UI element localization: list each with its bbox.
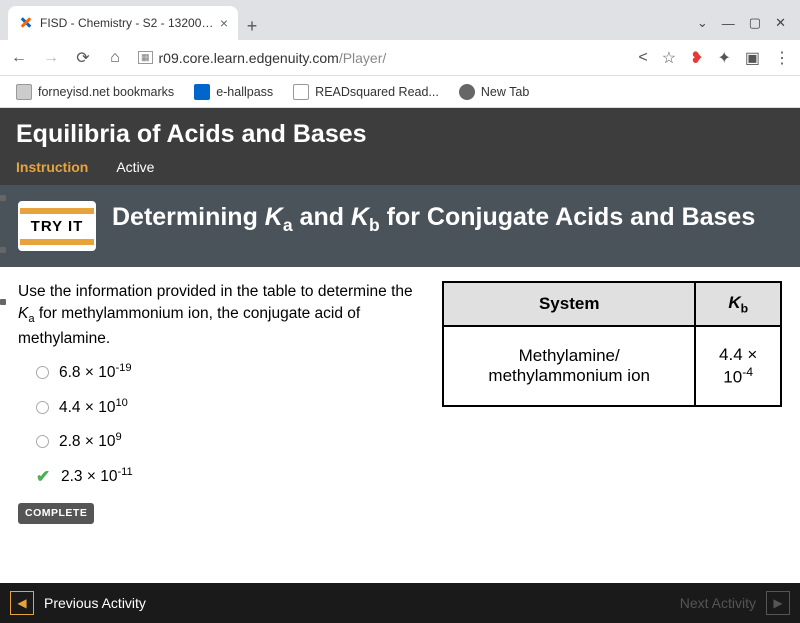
data-table: System Kb Methylamine/ methylammonium io… bbox=[442, 281, 782, 407]
checkmark-icon: ✔ bbox=[36, 470, 51, 483]
tab-active[interactable]: Active bbox=[116, 159, 154, 185]
question-prompt: Use the information provided in the tabl… bbox=[18, 281, 420, 350]
tryit-badge: TRY IT bbox=[18, 201, 96, 251]
extensions-puzzle-icon[interactable]: ✦ bbox=[717, 48, 730, 68]
tab-instruction[interactable]: Instruction bbox=[16, 159, 88, 185]
page-title: Equilibria of Acids and Bases bbox=[16, 120, 784, 149]
radio-icon bbox=[36, 401, 49, 414]
ehallpass-icon bbox=[194, 84, 210, 100]
radio-icon bbox=[36, 366, 49, 379]
choice-1[interactable]: 6.8 × 10-19 bbox=[36, 360, 420, 385]
complete-badge: COMPLETE bbox=[18, 503, 94, 524]
next-activity-arrow: ▶ bbox=[766, 591, 790, 615]
bookmark-newtab[interactable]: New Tab bbox=[459, 84, 529, 100]
globe-icon bbox=[459, 84, 475, 100]
table-header-kb: Kb bbox=[695, 282, 781, 326]
choice-3[interactable]: 2.8 × 109 bbox=[36, 429, 420, 454]
tab-close-icon[interactable]: × bbox=[220, 15, 228, 31]
bookmark-readsquared[interactable]: READsquared Read... bbox=[293, 84, 439, 100]
menu-kebab-icon[interactable]: ⋮ bbox=[774, 48, 790, 68]
table-cell-kb: 4.4 × 10-4 bbox=[695, 326, 781, 406]
maximize-icon[interactable]: ▢ bbox=[749, 15, 761, 31]
sidepanel-icon[interactable]: ▣ bbox=[745, 48, 760, 68]
share-icon[interactable]: < bbox=[638, 49, 647, 67]
folder-icon bbox=[16, 84, 32, 100]
bookmark-forneyisd[interactable]: forneyisd.net bookmarks bbox=[16, 84, 174, 100]
forward-button[interactable]: → bbox=[42, 49, 60, 67]
bookmark-label: e-hallpass bbox=[216, 85, 273, 99]
bookmark-star-icon[interactable]: ☆ bbox=[662, 48, 676, 68]
url-path: /Player/ bbox=[339, 50, 386, 66]
new-tab-button[interactable]: + bbox=[238, 12, 266, 40]
bookmarks-bar: forneyisd.net bookmarks e-hallpass READs… bbox=[0, 76, 800, 108]
minimize-icon[interactable]: — bbox=[722, 16, 735, 31]
choice-text: 2.8 × 109 bbox=[59, 429, 122, 454]
table-cell-system: Methylamine/ methylammonium ion bbox=[443, 326, 695, 406]
section-title: Determining Ka and Kb for Conjugate Acid… bbox=[112, 201, 755, 238]
edge-marker bbox=[0, 195, 6, 201]
tryit-text: TRY IT bbox=[20, 214, 94, 239]
extension-icon[interactable]: ❥ bbox=[690, 48, 703, 68]
choice-text: 6.8 × 10-19 bbox=[59, 360, 132, 385]
previous-activity-button[interactable]: Previous Activity bbox=[44, 595, 146, 611]
previous-activity-arrow[interactable]: ◀ bbox=[10, 591, 34, 615]
home-button[interactable]: ⌂ bbox=[106, 49, 124, 67]
chevron-down-icon[interactable]: ⌄ bbox=[697, 15, 708, 31]
tab-title: FISD - Chemistry - S2 - 132000 - bbox=[40, 16, 214, 30]
table-header-system: System bbox=[443, 282, 695, 326]
reload-button[interactable]: ⟳ bbox=[74, 48, 92, 68]
bookmark-ehallpass[interactable]: e-hallpass bbox=[194, 84, 273, 100]
browser-tab[interactable]: FISD - Chemistry - S2 - 132000 - × bbox=[8, 6, 238, 40]
choice-4[interactable]: ✔ 2.3 × 10-11 bbox=[36, 464, 420, 489]
readsquared-icon bbox=[293, 84, 309, 100]
address-bar[interactable]: ▦ r09.core.learn.edgenuity.com/Player/ bbox=[138, 50, 624, 66]
edge-marker bbox=[0, 247, 6, 253]
close-window-icon[interactable]: ✕ bbox=[775, 15, 786, 31]
back-button[interactable]: ← bbox=[10, 49, 28, 67]
choice-2[interactable]: 4.4 × 1010 bbox=[36, 395, 420, 420]
tab-favicon bbox=[18, 15, 34, 31]
bookmark-label: forneyisd.net bookmarks bbox=[38, 85, 174, 99]
bookmark-label: READsquared Read... bbox=[315, 85, 439, 99]
site-info-icon[interactable]: ▦ bbox=[138, 51, 153, 64]
url-domain: r09.core.learn.edgenuity.com bbox=[159, 50, 339, 66]
radio-icon bbox=[36, 435, 49, 448]
choice-text: 2.3 × 10-11 bbox=[61, 464, 133, 489]
edge-marker bbox=[0, 299, 6, 305]
bookmark-label: New Tab bbox=[481, 85, 529, 99]
next-activity-button: Next Activity bbox=[680, 595, 756, 611]
choice-text: 4.4 × 1010 bbox=[59, 395, 128, 420]
